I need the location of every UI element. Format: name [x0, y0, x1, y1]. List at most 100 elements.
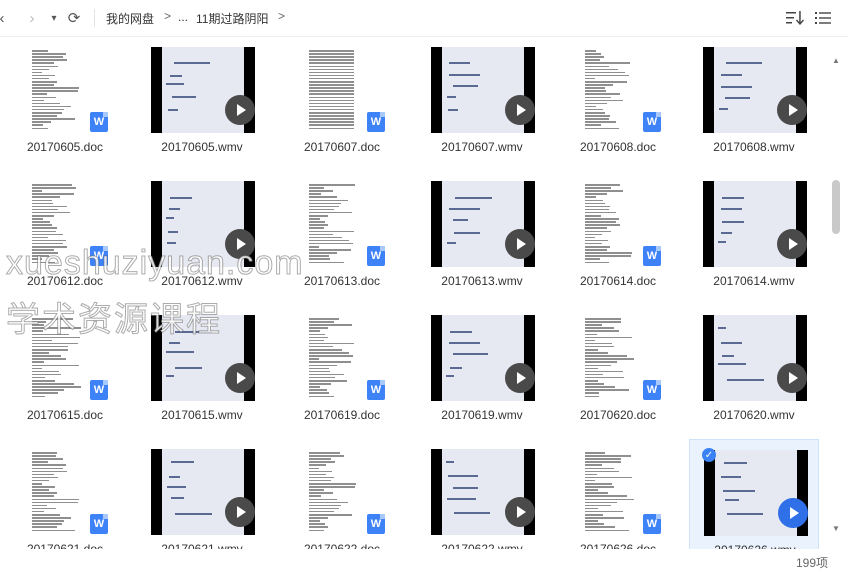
file-tile[interactable]: ✓ 20170626.wmv — [689, 439, 819, 549]
document-text-line — [585, 249, 607, 251]
document-text-line — [32, 486, 55, 488]
play-icon[interactable] — [505, 229, 535, 259]
video-text-line — [448, 475, 478, 477]
play-icon[interactable] — [225, 497, 255, 527]
video-text-line — [449, 342, 480, 344]
file-tile[interactable]: W 20170619.doc — [277, 305, 407, 433]
document-text-line — [32, 452, 57, 454]
history-dropdown-button[interactable]: ▾ — [44, 8, 64, 28]
file-tile[interactable]: W 20170621.doc — [0, 439, 130, 549]
forward-button[interactable]: › — [22, 8, 42, 28]
file-tile[interactable]: W 20170614.doc — [553, 171, 683, 299]
file-thumbnail: W — [14, 449, 118, 535]
document-text-line — [585, 202, 605, 205]
document-text-line — [309, 215, 328, 217]
document-text-line — [32, 514, 60, 516]
file-tile[interactable]: W 20170607.doc — [277, 37, 407, 165]
document-text-line — [585, 184, 620, 186]
breadcrumb-root[interactable]: 我的网盘 — [106, 10, 154, 27]
chevron-down-icon: ▾ — [51, 12, 57, 24]
file-tile[interactable]: W 20170620.doc — [553, 305, 683, 433]
document-text-line — [585, 352, 608, 354]
document-text-line — [309, 56, 354, 58]
view-toggle-button[interactable] — [812, 8, 834, 28]
document-preview — [305, 181, 373, 267]
breadcrumb-current[interactable]: 11期过路阴阳 — [196, 10, 268, 27]
breadcrumb-ellipsis[interactable]: ... — [178, 10, 188, 24]
play-icon[interactable] — [505, 497, 535, 527]
document-text-line — [309, 90, 354, 92]
document-text-line — [32, 392, 58, 394]
document-text-line — [585, 458, 621, 460]
document-text-line — [585, 108, 603, 111]
document-text-line — [585, 261, 609, 263]
refresh-button[interactable]: ⟳ — [64, 8, 84, 28]
document-text-line — [585, 452, 605, 454]
play-icon[interactable] — [777, 363, 807, 393]
document-text-line — [309, 102, 354, 105]
back-icon: ‹ — [0, 9, 5, 27]
scroll-down-icon[interactable]: ▼ — [832, 524, 840, 533]
back-button[interactable]: ‹ — [0, 8, 12, 28]
document-text-line — [32, 84, 54, 86]
file-tile[interactable]: 20170622.wmv — [417, 439, 547, 549]
document-text-line — [309, 486, 355, 488]
document-text-line — [309, 77, 354, 80]
play-icon[interactable] — [778, 498, 808, 528]
file-name: 20170615.doc — [26, 408, 104, 422]
play-icon[interactable] — [777, 229, 807, 259]
play-icon[interactable] — [505, 95, 535, 125]
video-text-line — [721, 208, 742, 210]
word-doc-icon: W — [643, 112, 661, 132]
document-text-line — [32, 90, 78, 92]
file-name: 20170626.wmv — [690, 543, 820, 549]
play-icon[interactable] — [225, 95, 255, 125]
play-icon[interactable] — [505, 363, 535, 393]
file-tile[interactable]: 20170613.wmv — [417, 171, 547, 299]
document-text-line — [32, 221, 50, 223]
file-tile[interactable]: 20170620.wmv — [689, 305, 819, 433]
document-text-line — [309, 318, 339, 320]
file-thumbnail — [431, 449, 535, 535]
play-icon[interactable] — [225, 363, 255, 393]
document-text-line — [309, 386, 320, 388]
selected-check-icon[interactable]: ✓ — [702, 448, 716, 462]
file-tile[interactable]: 20170605.wmv — [137, 37, 267, 165]
document-text-line — [32, 230, 56, 232]
file-tile[interactable]: W 20170608.doc — [553, 37, 683, 165]
document-text-line — [32, 215, 54, 217]
document-text-line — [32, 81, 57, 83]
file-tile[interactable]: 20170614.wmv — [689, 171, 819, 299]
document-text-line — [585, 74, 629, 77]
word-doc-icon: W — [367, 246, 385, 266]
document-text-line — [585, 224, 620, 226]
file-tile[interactable]: W 20170605.doc — [0, 37, 130, 165]
document-text-line — [585, 526, 615, 528]
document-text-line — [585, 62, 630, 64]
document-text-line — [309, 112, 354, 114]
document-text-line — [32, 464, 66, 466]
document-text-line — [309, 520, 320, 522]
document-text-line — [32, 389, 64, 391]
sort-button[interactable] — [784, 8, 806, 28]
play-icon[interactable] — [777, 95, 807, 125]
document-text-line — [32, 187, 76, 189]
file-tile[interactable]: 20170621.wmv — [137, 439, 267, 549]
scroll-up-icon[interactable]: ▲ — [832, 56, 840, 65]
scrollbar-thumb[interactable] — [832, 180, 840, 234]
document-text-line — [32, 483, 42, 485]
document-text-line — [309, 62, 354, 64]
file-tile[interactable]: 20170619.wmv — [417, 305, 547, 433]
scrollbar[interactable]: ▲ ▼ — [830, 40, 842, 540]
video-text-line — [727, 513, 763, 515]
file-tile[interactable]: 20170607.wmv — [417, 37, 547, 165]
refresh-icon: ⟳ — [67, 10, 81, 27]
file-tile[interactable]: W 20170622.doc — [277, 439, 407, 549]
file-tile[interactable]: W 20170626.doc — [553, 439, 683, 549]
document-text-line — [309, 252, 337, 254]
document-text-line — [32, 376, 45, 379]
document-text-line — [585, 327, 614, 329]
document-text-line — [32, 65, 58, 67]
file-tile[interactable]: 20170608.wmv — [689, 37, 819, 165]
sort-icon — [786, 11, 804, 25]
